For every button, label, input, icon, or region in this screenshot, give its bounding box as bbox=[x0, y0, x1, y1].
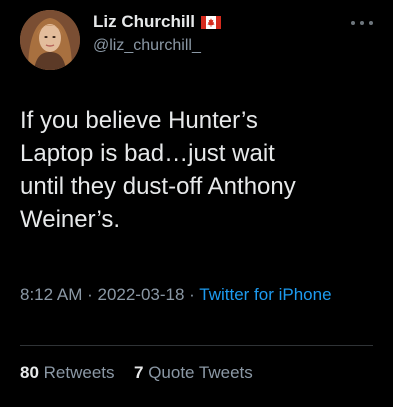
canada-flag-icon bbox=[201, 15, 221, 29]
tweet-date[interactable]: 2022-03-18 bbox=[97, 285, 184, 304]
retweets-count: 80 bbox=[20, 363, 39, 382]
more-dot bbox=[351, 21, 355, 25]
more-dot bbox=[369, 21, 373, 25]
author-name[interactable]: Liz Churchill bbox=[93, 12, 221, 32]
quote-tweets-count: 7 bbox=[134, 363, 144, 382]
meta-separator: · bbox=[82, 285, 98, 304]
avatar-image bbox=[20, 10, 80, 70]
quote-tweets-label: Quote Tweets bbox=[148, 363, 253, 382]
more-options-icon[interactable] bbox=[351, 18, 373, 28]
author-handle[interactable]: @liz_churchill_ bbox=[93, 37, 201, 55]
divider bbox=[20, 345, 373, 346]
tweet-text: If you believe Hunter’s Laptop is bad…ju… bbox=[20, 107, 296, 233]
avatar[interactable] bbox=[20, 10, 80, 70]
tweet-stats: 80 Retweets 7 Quote Tweets bbox=[20, 363, 253, 383]
retweets-label: Retweets bbox=[43, 363, 115, 382]
more-dot bbox=[360, 21, 364, 25]
author-display-name[interactable]: Liz Churchill bbox=[93, 12, 195, 32]
tweet-card: Liz Churchill @liz_churchill_ If you bel… bbox=[0, 0, 393, 407]
tweet-source-link[interactable]: Twitter for iPhone bbox=[199, 285, 331, 304]
tweet-time[interactable]: 8:12 AM bbox=[20, 285, 82, 304]
quote-tweets-stat[interactable]: 7 Quote Tweets bbox=[129, 363, 253, 382]
meta-separator: · bbox=[184, 285, 200, 304]
tweet-meta: 8:12 AM · 2022-03-18 · Twitter for iPhon… bbox=[20, 282, 375, 307]
retweets-stat[interactable]: 80 Retweets bbox=[20, 363, 119, 382]
